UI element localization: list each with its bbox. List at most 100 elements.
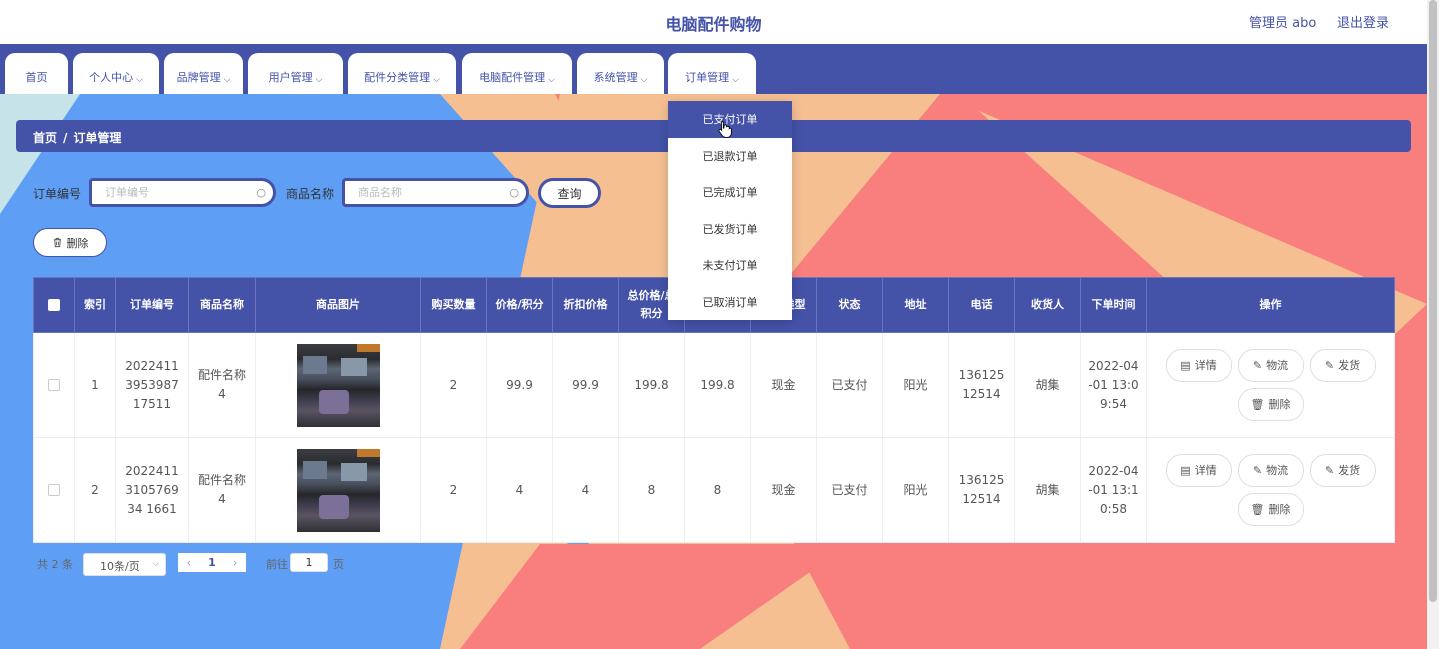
logistics-button[interactable]: ✎ 物流 (1237, 349, 1304, 382)
nav-order-management[interactable]: 订单管理 ⌵ (668, 53, 756, 94)
nav-brand-management[interactable]: 品牌管理 ⌵ (164, 53, 243, 94)
table-row: 1 2022411395398717511 配件名称4 2 99.9 99.9 … (33, 332, 1395, 438)
detail-button[interactable]: ▤ 详情 (1165, 454, 1232, 487)
product-name-search: ○ (342, 178, 529, 207)
edit-icon: ✎ (1252, 359, 1263, 372)
cell-order-no: 2022411395398717511 (115, 332, 189, 438)
nav-home[interactable]: 首页 (5, 53, 68, 94)
hand-cursor-icon (718, 121, 732, 138)
cell-time: 2022-04-01 13:09:54 (1080, 332, 1147, 438)
table-header: 索引 (74, 277, 116, 333)
cell-actions: ▤ 详情 ✎ 物流 ✎ 发货 🗑 删除 (1146, 437, 1395, 543)
row-checkbox[interactable] (48, 379, 60, 391)
cell-product-name: 配件名称4 (188, 332, 256, 438)
nav-system-management[interactable]: 系统管理 ⌵ (577, 53, 664, 94)
order-no-input[interactable] (92, 181, 273, 204)
order-no-search: ○ (89, 178, 276, 207)
row-select-cell (33, 437, 75, 543)
cell-pay-type: 现金 (750, 332, 817, 438)
cell-phone: 13612512514 (948, 437, 1015, 543)
trash-icon: 🗑 (1250, 503, 1265, 516)
table-header: 购买数量 (420, 277, 487, 333)
product-name-label: 商品名称 (286, 187, 335, 201)
chevron-down-icon: ⌵ (433, 75, 440, 85)
table-header: 地址 (882, 277, 949, 333)
ship-button[interactable]: ✎ 发货 (1309, 349, 1376, 382)
cell-index: 1 (74, 332, 116, 438)
logistics-label: 物流 (1266, 464, 1289, 477)
ship-button[interactable]: ✎ 发货 (1309, 454, 1376, 487)
chevron-left-icon[interactable]: ‹ (187, 556, 191, 569)
ship-label: 发货 (1338, 464, 1361, 477)
trash-icon (53, 237, 61, 248)
menu-item-unpaid-orders[interactable]: 未支付订单 (668, 247, 792, 284)
logistics-button[interactable]: ✎ 物流 (1237, 454, 1304, 487)
chevron-right-icon[interactable]: › (233, 556, 237, 569)
menu-item-completed-orders[interactable]: 已完成订单 (668, 174, 792, 211)
batch-delete-button[interactable]: 删除 (33, 228, 107, 257)
document-icon: ▤ (1180, 464, 1191, 477)
table-header: 操作 (1146, 277, 1395, 333)
cell-pay-type: 现金 (750, 437, 817, 543)
cell-discount: 4 (552, 437, 619, 543)
breadcrumb-home[interactable]: 首页 (33, 131, 57, 145)
table-header: 价格/积分 (486, 277, 553, 333)
table-header: 状态 (816, 277, 883, 333)
trash-icon: 🗑 (1250, 398, 1265, 411)
cell-total: 8 (618, 437, 685, 543)
nav-label: 系统管理 (593, 71, 638, 84)
cell-status: 已支付 (816, 332, 883, 438)
menu-item-refunded-orders[interactable]: 已退款订单 (668, 138, 792, 175)
goto-page-input[interactable]: 1 (290, 553, 328, 572)
nav-part-management[interactable]: 电脑配件管理 ⌵ (462, 53, 572, 94)
nav-personal-center[interactable]: 个人中心 ⌵ (73, 53, 159, 94)
nav-category-management[interactable]: 配件分类管理 ⌵ (348, 53, 456, 94)
document-icon: ▤ (1180, 359, 1191, 372)
select-all-header (33, 277, 75, 333)
cell-time: 2022-04-01 13:10:58 (1080, 437, 1147, 543)
table-header: 商品名称 (188, 277, 256, 333)
row-delete-button[interactable]: 🗑 删除 (1237, 388, 1304, 421)
pagination-nav: ‹ 1 › (178, 553, 246, 572)
cell-product-image (255, 332, 421, 438)
logout-link[interactable]: 退出登录 (1337, 12, 1389, 31)
vertical-scrollbar[interactable] (1427, 0, 1439, 649)
menu-item-cancelled-orders[interactable]: 已取消订单 (668, 284, 792, 321)
delete-label: 删除 (1268, 503, 1291, 516)
app-title: 电脑配件购物 (665, 15, 762, 34)
cell-total-points: 199.8 (684, 332, 751, 438)
nav-label: 个人中心 (89, 71, 134, 84)
order-no-label: 订单编号 (33, 187, 82, 201)
query-button[interactable]: 查询 (538, 178, 601, 208)
nav-label: 用户管理 (268, 71, 313, 84)
menu-item-shipped-orders[interactable]: 已发货订单 (668, 211, 792, 248)
chevron-down-icon: ⌵ (136, 75, 143, 85)
top-header: 电脑配件购物 管理员 abo 退出登录 (0, 0, 1427, 44)
page-size-select[interactable]: 10条/页 ⌵ (83, 553, 166, 576)
search-icon: ○ (509, 186, 519, 199)
cell-total: 199.8 (618, 332, 685, 438)
scrollbar-thumb[interactable] (1429, 0, 1437, 602)
table-header: 商品图片 (255, 277, 421, 333)
product-name-input[interactable] (345, 181, 526, 204)
cell-actions: ▤ 详情 ✎ 物流 ✎ 发货 🗑 删除 (1146, 332, 1395, 438)
nav-user-management[interactable]: 用户管理 ⌵ (248, 53, 343, 94)
table-header: 折扣价格 (552, 277, 619, 333)
row-checkbox[interactable] (48, 484, 60, 496)
table-row: 2 2022411310576934 1661 配件名称4 2 4 4 8 8 … (33, 437, 1395, 543)
cell-product-name: 配件名称4 (188, 437, 256, 543)
cell-total-points: 8 (684, 437, 751, 543)
ship-label: 发货 (1338, 359, 1361, 372)
batch-delete-label: 删除 (66, 236, 89, 250)
table-header: 收货人 (1014, 277, 1081, 333)
select-all-checkbox[interactable] (48, 299, 60, 311)
cell-price: 4 (486, 437, 553, 543)
chevron-down-icon: ⌵ (223, 75, 231, 85)
row-delete-button[interactable]: 🗑 删除 (1237, 493, 1304, 526)
current-page[interactable]: 1 (208, 556, 216, 569)
delete-label: 删除 (1268, 398, 1291, 411)
cell-price: 99.9 (486, 332, 553, 438)
table-header: 订单编号 (115, 277, 189, 333)
cell-product-image (255, 437, 421, 543)
detail-button[interactable]: ▤ 详情 (1165, 349, 1232, 382)
